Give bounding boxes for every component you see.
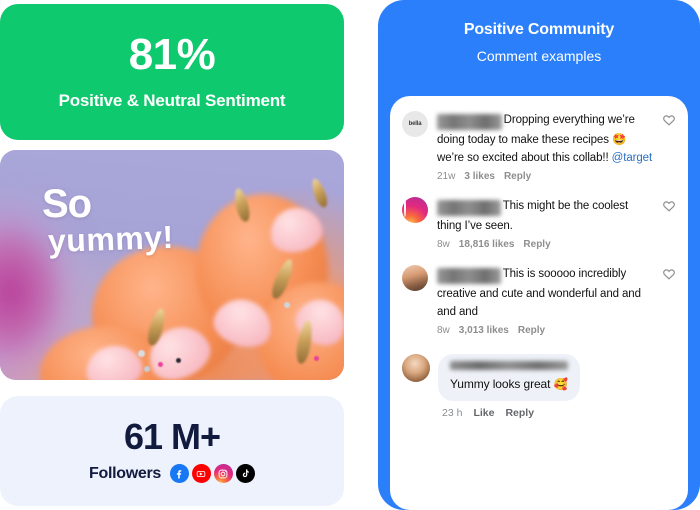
facebook-icon[interactable] [169, 464, 189, 483]
avatar[interactable] [402, 354, 430, 383]
marketing-stats-screenshot: 81% Positive & Neutral Sentiment So yumm… [0, 0, 700, 510]
followers-label: Followers [89, 464, 161, 482]
comment-username-redacted[interactable]: bellalifestyle [437, 114, 502, 130]
instagram-icon[interactable] [213, 464, 233, 483]
comment-like-count[interactable]: 18,816 likes [459, 239, 515, 250]
smiling-face-hearts-emoji: 🥰 [553, 379, 568, 392]
comment-item: clougher309This is sooooo incredibly cre… [400, 264, 678, 336]
fb-comment-body: Yummy looks great 🥰 23 h Like Reply [438, 354, 580, 419]
positive-community-panel: Positive Community Comment examples bell… [378, 0, 700, 510]
comment-text: clougher309This is sooooo incredibly cre… [437, 268, 641, 318]
avatar-photo [403, 197, 406, 217]
avatar[interactable] [402, 197, 428, 224]
comment-body: clougher309This might be the coolest thi… [437, 196, 654, 250]
comment-meta: 23 h Like Reply [442, 407, 580, 419]
sentiment-label: Positive & Neutral Sentiment [58, 91, 286, 110]
panel-title: Positive Community [463, 21, 615, 38]
comment-reply-button[interactable]: Reply [504, 171, 531, 182]
sprinkle-bead [284, 302, 290, 308]
comment-username-redacted[interactable]: clougher309 [437, 268, 501, 284]
comment-like-count[interactable]: 3,013 likes [459, 325, 509, 336]
comment-like-count[interactable]: 3 likes [464, 171, 495, 182]
youtube-icon[interactable] [191, 464, 211, 483]
comment-like-button[interactable]: Like [473, 407, 494, 419]
comment-text-part-2: we’re so excited about this collab!! [437, 151, 612, 164]
sentiment-card: 81% Positive & Neutral Sentiment [0, 4, 344, 140]
so-yummy-image-card: So yummy! [0, 150, 344, 380]
comment-meta: 8w 3,013 likes Reply [437, 325, 654, 336]
followers-value: 61 M+ [123, 416, 221, 457]
comment-mention-link[interactable]: @target [612, 152, 652, 164]
so-yummy-logo-overlay: So yummy! [42, 182, 175, 259]
comment-item: Yummy looks great 🥰 23 h Like Reply [400, 354, 678, 419]
comment-timestamp: 23 h [442, 407, 463, 420]
comment-reply-button[interactable]: Reply [505, 407, 534, 419]
followers-card: 61 M+ Followers [0, 396, 344, 506]
comment-timestamp: 8w [437, 325, 450, 337]
comment-reply-button[interactable]: Reply [523, 239, 550, 250]
comment-body: clougher309This is sooooo incredibly cre… [437, 264, 654, 336]
comment-reply-button[interactable]: Reply [518, 325, 545, 336]
sprinkle-bead [314, 356, 319, 361]
sprinkle-bead [138, 350, 145, 357]
avatar[interactable] [402, 265, 428, 292]
comment-username-redacted[interactable]: clougher309 [437, 200, 501, 216]
tiktok-icon[interactable] [235, 464, 255, 483]
sentiment-value: 81% [128, 30, 216, 79]
so-yummy-line-2: yummy! [47, 218, 175, 259]
comment-item: bella bellalifestyleDropping everything … [400, 110, 678, 182]
comment-text: clougher309This might be the coolest thi… [437, 200, 628, 232]
sprinkle-bead [176, 358, 181, 363]
comment-bubble: Yummy looks great 🥰 [438, 354, 580, 402]
sprinkle-bead [158, 362, 163, 367]
avatar[interactable]: bella [402, 111, 428, 137]
comment-item: clougher309This might be the coolest thi… [400, 196, 678, 250]
panel-subtitle: Comment examples [476, 48, 602, 64]
comment-meta: 8w 18,816 likes Reply [437, 239, 654, 250]
heart-outline-icon[interactable] [662, 199, 676, 213]
heart-eyes-emoji: 🤩 [611, 133, 627, 146]
comment-meta: 21w 3 likes Reply [437, 171, 654, 182]
comment-body: bellalifestyleDropping everything we’re … [437, 110, 654, 182]
sprinkle-bead [144, 366, 150, 372]
avatar-label: bella [408, 121, 422, 127]
comments-list[interactable]: bella bellalifestyleDropping everything … [390, 96, 688, 510]
comment-text: bellalifestyleDropping everything we’re … [437, 114, 652, 164]
social-platform-icons [169, 464, 255, 483]
comment-username-redacted[interactable] [450, 361, 568, 371]
followers-label-row: Followers [89, 464, 255, 483]
heart-outline-icon[interactable] [662, 267, 676, 281]
comment-text-part-1: Yummy looks great [450, 377, 554, 392]
so-yummy-line-1: So [42, 182, 92, 226]
comment-text: Yummy looks great 🥰 [450, 377, 568, 391]
comment-timestamp: 21w [437, 171, 456, 183]
heart-outline-icon[interactable] [662, 113, 676, 127]
left-column: 81% Positive & Neutral Sentiment So yumm… [0, 0, 348, 510]
comment-timestamp: 8w [437, 239, 450, 251]
